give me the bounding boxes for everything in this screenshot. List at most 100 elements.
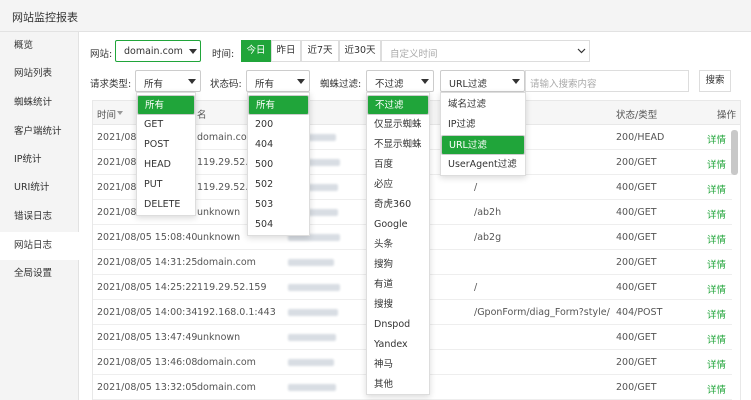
method-select-value: 所有 bbox=[144, 79, 164, 90]
time-yesterday-button[interactable]: 昨日 bbox=[271, 40, 301, 62]
url-filter-select[interactable]: URL过滤 bbox=[440, 70, 525, 92]
menu-item-spider[interactable]: Google bbox=[367, 215, 429, 235]
search-button[interactable]: 搜索 bbox=[699, 70, 731, 92]
menu-item-spider[interactable]: 不显示蜘蛛 bbox=[367, 135, 429, 155]
row-domain: unknown bbox=[197, 207, 241, 218]
menu-item-method[interactable]: 所有 bbox=[137, 95, 195, 115]
custom-time-placeholder: 自定义时间 bbox=[390, 49, 438, 60]
sidebar-item-site-list[interactable]: 网站列表 bbox=[0, 60, 79, 88]
sidebar-item-client-stats[interactable]: 客户端统计 bbox=[0, 118, 79, 146]
menu-item-status[interactable]: 200 bbox=[248, 115, 309, 135]
menu-item-spider[interactable]: 搜狗 bbox=[367, 255, 429, 275]
search-input[interactable]: 请输入搜索内容 bbox=[525, 70, 689, 92]
row-time: 2021/08/05 13:46:08 bbox=[97, 357, 198, 368]
menu-item-spider[interactable]: Dnspod bbox=[367, 315, 429, 335]
detail-link[interactable]: 详情 bbox=[707, 257, 726, 271]
menu-item-spider[interactable]: 头条 bbox=[367, 235, 429, 255]
row-domain: domain.com bbox=[197, 357, 256, 368]
sidebar-item-spider-stats[interactable]: 蜘蛛统计 bbox=[0, 89, 79, 117]
status-select-value: 所有 bbox=[255, 79, 275, 90]
spider-select[interactable]: 不过滤 bbox=[366, 70, 434, 92]
menu-item-method[interactable]: HEAD bbox=[137, 155, 195, 175]
row-time: 2021/08/ bbox=[97, 157, 140, 168]
sidebar-item-error-log[interactable]: 错误日志 bbox=[0, 203, 79, 231]
detail-link[interactable]: 详情 bbox=[707, 282, 726, 296]
site-select-value: domain.com bbox=[124, 46, 183, 57]
chevron-down-icon bbox=[189, 49, 197, 54]
menu-item-url-filter[interactable]: UserAgent过滤 bbox=[441, 155, 525, 175]
menu-item-status[interactable]: 504 bbox=[248, 215, 309, 235]
detail-link[interactable]: 详情 bbox=[707, 357, 726, 371]
time-30days-button[interactable]: 近30天 bbox=[339, 40, 381, 62]
menu-item-spider[interactable]: 奇虎360 bbox=[367, 195, 429, 215]
menu-item-url-filter[interactable]: 域名过滤 bbox=[441, 95, 525, 115]
menu-item-spider[interactable]: 百度 bbox=[367, 155, 429, 175]
table-scrollbar[interactable] bbox=[731, 130, 738, 175]
row-time: 2021/08/05 13:47:49 bbox=[97, 332, 198, 343]
row-status: 200/GET bbox=[616, 357, 657, 368]
menu-item-spider[interactable]: 搜搜 bbox=[367, 295, 429, 315]
menu-item-spider[interactable]: 不过滤 bbox=[367, 95, 429, 115]
detail-link[interactable]: 详情 bbox=[707, 382, 726, 396]
menu-item-status[interactable]: 500 bbox=[248, 155, 309, 175]
status-select[interactable]: 所有 bbox=[246, 70, 310, 92]
sidebar-item-site-log[interactable]: 网站日志 bbox=[0, 232, 79, 260]
spider-dropdown-menu: 不过滤 仅显示蜘蛛 不显示蜘蛛 百度 必应 奇虎360 Google 头条 搜狗… bbox=[366, 92, 430, 395]
menu-item-method[interactable]: PUT bbox=[137, 175, 195, 195]
sidebar-item-overview[interactable]: 概览 bbox=[0, 32, 79, 60]
row-uri: /GponForm/diag_Form?style/ bbox=[474, 307, 610, 318]
header-status: 状态/类型 bbox=[616, 110, 658, 121]
menu-item-method[interactable]: DELETE bbox=[137, 195, 195, 215]
row-domain: domain.com bbox=[197, 257, 256, 268]
detail-link[interactable]: 详情 bbox=[707, 157, 726, 171]
row-domain: 192.168.0.1:443 bbox=[197, 307, 276, 318]
menu-item-spider[interactable]: Yandex bbox=[367, 335, 429, 355]
method-select[interactable]: 所有 bbox=[135, 70, 201, 92]
row-status: 400/GET bbox=[616, 282, 657, 293]
menu-item-method[interactable]: GET bbox=[137, 115, 195, 135]
row-status: 400/GET bbox=[616, 332, 657, 343]
sidebar-item-uri-stats[interactable]: URI统计 bbox=[0, 174, 79, 202]
menu-item-status[interactable]: 所有 bbox=[248, 95, 309, 115]
row-time: 2021/08/05 15:08:40 bbox=[97, 232, 198, 243]
title-bar: 网站监控报表 bbox=[0, 0, 751, 32]
detail-link[interactable]: 详情 bbox=[707, 182, 726, 196]
header-domain: 名 bbox=[197, 110, 207, 121]
caret-down-icon bbox=[421, 79, 429, 84]
menu-item-url-filter[interactable]: IP过滤 bbox=[441, 115, 525, 135]
menu-item-spider[interactable]: 有道 bbox=[367, 275, 429, 295]
time-label: 时间: bbox=[212, 49, 235, 60]
menu-item-status[interactable]: 503 bbox=[248, 195, 309, 215]
status-label: 状态码: bbox=[210, 79, 242, 90]
row-time: 2021/08/ bbox=[97, 132, 140, 143]
header-action: 操作 bbox=[717, 110, 737, 121]
redacted-ip bbox=[288, 259, 334, 266]
menu-item-spider[interactable]: 神马 bbox=[367, 355, 429, 375]
menu-item-status[interactable]: 404 bbox=[248, 135, 309, 155]
sidebar-item-global-settings[interactable]: 全局设置 bbox=[0, 260, 79, 288]
menu-item-spider[interactable]: 必应 bbox=[367, 175, 429, 195]
sort-down-icon[interactable] bbox=[117, 111, 123, 115]
row-status: 200/GET bbox=[616, 157, 657, 168]
detail-link[interactable]: 详情 bbox=[707, 132, 726, 146]
spider-select-value: 不过滤 bbox=[375, 79, 404, 90]
site-select[interactable]: domain.com bbox=[115, 40, 201, 62]
row-status: 200/GET bbox=[616, 257, 657, 268]
menu-item-status[interactable]: 502 bbox=[248, 175, 309, 195]
method-dropdown-menu: 所有 GET POST HEAD PUT DELETE bbox=[136, 92, 196, 216]
menu-item-spider[interactable]: 仅显示蜘蛛 bbox=[367, 115, 429, 135]
menu-item-method[interactable]: POST bbox=[137, 135, 195, 155]
time-today-button[interactable]: 今日 bbox=[241, 40, 271, 62]
detail-link[interactable]: 详情 bbox=[707, 207, 726, 221]
menu-item-spider[interactable]: 其他 bbox=[367, 375, 429, 395]
sidebar-item-ip-stats[interactable]: IP统计 bbox=[0, 146, 79, 174]
custom-time-picker[interactable]: 自定义时间 bbox=[381, 40, 590, 62]
header-time[interactable]: 时间 bbox=[97, 107, 116, 121]
time-7days-button[interactable]: 近7天 bbox=[301, 40, 339, 62]
menu-item-url-filter[interactable]: URL过滤 bbox=[441, 135, 525, 155]
detail-link[interactable]: 详情 bbox=[707, 232, 726, 246]
row-domain: unknown bbox=[197, 332, 241, 343]
row-status: 400/GET bbox=[616, 182, 657, 193]
detail-link[interactable]: 详情 bbox=[707, 332, 726, 346]
detail-link[interactable]: 详情 bbox=[707, 307, 726, 321]
